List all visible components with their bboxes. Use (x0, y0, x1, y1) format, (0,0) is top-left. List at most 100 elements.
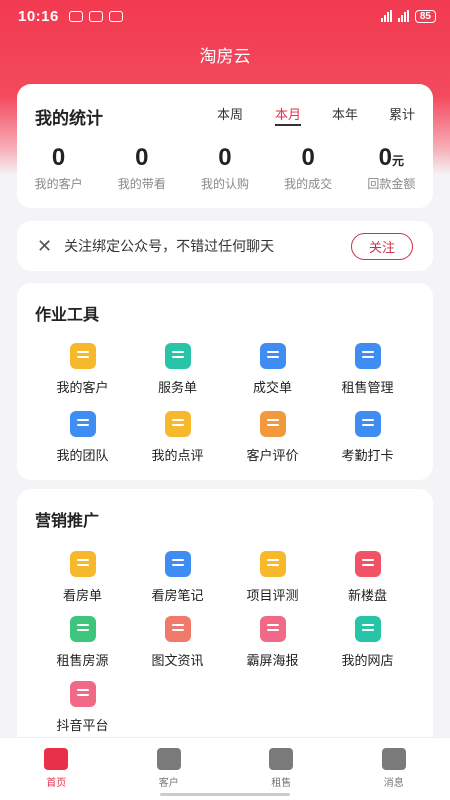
tool-service-order[interactable]: 服务单 (130, 343, 225, 401)
signal-icon (380, 10, 392, 22)
status-bar: 10:16 85 (0, 0, 450, 32)
tool-customer-feedback[interactable]: 客户评价 (225, 411, 320, 469)
tab-label: 租售 (271, 778, 292, 789)
tiktok-icon (69, 681, 96, 707)
marketing-my-shop[interactable]: 我的网店 (320, 616, 415, 671)
tab-customers[interactable]: 客户 (113, 738, 226, 800)
house-icon (69, 616, 96, 642)
eye-icon (88, 10, 103, 22)
chart-icon (259, 551, 286, 577)
period-tab-month[interactable]: 本月 (275, 104, 302, 126)
chat-icon (259, 411, 286, 437)
marketing-label: 看房单 (62, 588, 102, 603)
tool-rental-management[interactable]: 租售管理 (320, 343, 415, 401)
marketing-label: 项目评测 (246, 588, 299, 603)
house-tab-icon (269, 748, 294, 770)
stat-label: 我的带看 (117, 177, 166, 191)
notice-text: 关注绑定公众号，不错过任何聊天 (64, 238, 275, 254)
signal-icon-2 (397, 10, 409, 22)
team-icon (69, 411, 96, 437)
tool-label: 考勤打卡 (341, 448, 394, 463)
marketing-posters[interactable]: 霸屏海报 (225, 616, 320, 671)
person-icon (156, 748, 181, 770)
stat-payment-amount[interactable]: 0元 回款金额 (350, 144, 433, 192)
tab-home[interactable]: 首页 (0, 738, 113, 800)
marketing-project-review[interactable]: 项目评测 (225, 551, 320, 606)
period-tab-total[interactable]: 累计 (389, 104, 415, 123)
stat-value: 0 (51, 144, 66, 171)
stat-viewings[interactable]: 0 我的带看 (100, 144, 183, 192)
checkin-icon (354, 411, 381, 437)
tool-deal-order[interactable]: 成交单 (225, 343, 320, 401)
follow-notice: ✕ 关注绑定公众号，不错过任何聊天 关注 (17, 221, 433, 271)
marketing-douyin[interactable]: 抖音平台 (35, 681, 130, 736)
stats-title: 我的统计 (35, 109, 103, 128)
marketing-grid: 看房单 看房笔记 项目评测 新楼盘 租售房源 图文资讯 霸屏海报 我的网店 抖音… (35, 551, 415, 736)
marketing-viewing-list[interactable]: 看房单 (35, 551, 130, 606)
stat-value: 0 (135, 144, 149, 171)
tab-label: 客户 (158, 778, 179, 789)
stat-value: 0 (301, 144, 315, 171)
stat-deals[interactable]: 0 我的成交 (267, 144, 350, 192)
follow-button[interactable]: 关注 (351, 232, 413, 260)
tool-my-team[interactable]: 我的团队 (35, 411, 130, 469)
stat-value: 0元 (350, 144, 433, 174)
marketing-label: 霸屏海报 (246, 653, 299, 668)
star-icon (164, 411, 191, 437)
tools-title: 作业工具 (35, 307, 100, 324)
marketing-new-property[interactable]: 新楼盘 (320, 551, 415, 606)
stat-unit: 元 (392, 154, 405, 168)
app-title: 淘房云 (199, 47, 251, 66)
marketing-label: 我的网店 (341, 653, 394, 668)
alarm-icon (108, 10, 123, 22)
marketing-viewing-notes[interactable]: 看房笔记 (130, 551, 225, 606)
tool-label: 我的团队 (56, 448, 109, 463)
bottom-tab-bar: 首页 客户 租售 消息 (0, 737, 450, 800)
stat-customers[interactable]: 0 我的客户 (17, 144, 100, 192)
tool-label: 我的客户 (56, 380, 109, 395)
period-tab-week[interactable]: 本周 (217, 104, 243, 123)
search-doc-icon (69, 551, 96, 577)
tool-attendance[interactable]: 考勤打卡 (320, 411, 415, 469)
customer-icon (69, 343, 96, 369)
building-icon (354, 551, 381, 577)
period-tab-year[interactable]: 本年 (332, 104, 358, 123)
tool-label: 客户评价 (246, 448, 299, 463)
stat-label: 我的客户 (34, 177, 83, 191)
tool-my-reviews[interactable]: 我的点评 (130, 411, 225, 469)
tool-label: 服务单 (157, 380, 197, 395)
marketing-label: 新楼盘 (347, 588, 387, 603)
stat-label: 我的认购 (200, 177, 249, 191)
close-icon[interactable]: ✕ (37, 236, 52, 257)
tool-label: 成交单 (252, 380, 292, 395)
message-icon (381, 748, 406, 770)
home-icon (44, 748, 69, 770)
tab-rental[interactable]: 租售 (225, 738, 338, 800)
stats-card: 我的统计 本周 本月 本年 累计 0 我的客户 0 我的带看 0 我的认购 0 … (17, 84, 433, 208)
tools-grid: 我的客户 服务单 成交单 租售管理 我的团队 我的点评 客户评价 考勤打卡 (35, 343, 415, 469)
shop-doc-icon (354, 616, 381, 642)
stat-label: 回款金额 (367, 177, 416, 191)
stat-value-number: 0 (378, 144, 393, 171)
tools-section: 作业工具 我的客户 服务单 成交单 租售管理 我的团队 我的点评 客户评价 考勤… (17, 283, 433, 480)
marketing-rental-listings[interactable]: 租售房源 (35, 616, 130, 671)
stat-subscriptions[interactable]: 0 我的认购 (183, 144, 266, 192)
notes-icon (164, 551, 191, 577)
image-icon (259, 616, 286, 642)
tool-label: 租售管理 (341, 380, 394, 395)
marketing-label: 抖音平台 (56, 718, 109, 733)
marketing-news[interactable]: 图文资讯 (130, 616, 225, 671)
marketing-label: 看房笔记 (151, 588, 204, 603)
gesture-bar (160, 793, 290, 796)
tool-my-customers[interactable]: 我的客户 (35, 343, 130, 401)
tab-label: 消息 (383, 778, 404, 789)
marketing-section: 营销推广 看房单 看房笔记 项目评测 新楼盘 租售房源 图文资讯 霸屏海报 我的… (17, 489, 433, 749)
marketing-label: 租售房源 (56, 653, 109, 668)
bookmark-icon (164, 616, 191, 642)
tool-label: 我的点评 (151, 448, 204, 463)
calendar-icon (164, 343, 191, 369)
status-time: 10:16 (18, 7, 59, 25)
stats-row: 0 我的客户 0 我的带看 0 我的认购 0 我的成交 0元 回款金额 (17, 144, 433, 192)
stat-value: 0 (218, 144, 232, 171)
tab-messages[interactable]: 消息 (338, 738, 450, 800)
